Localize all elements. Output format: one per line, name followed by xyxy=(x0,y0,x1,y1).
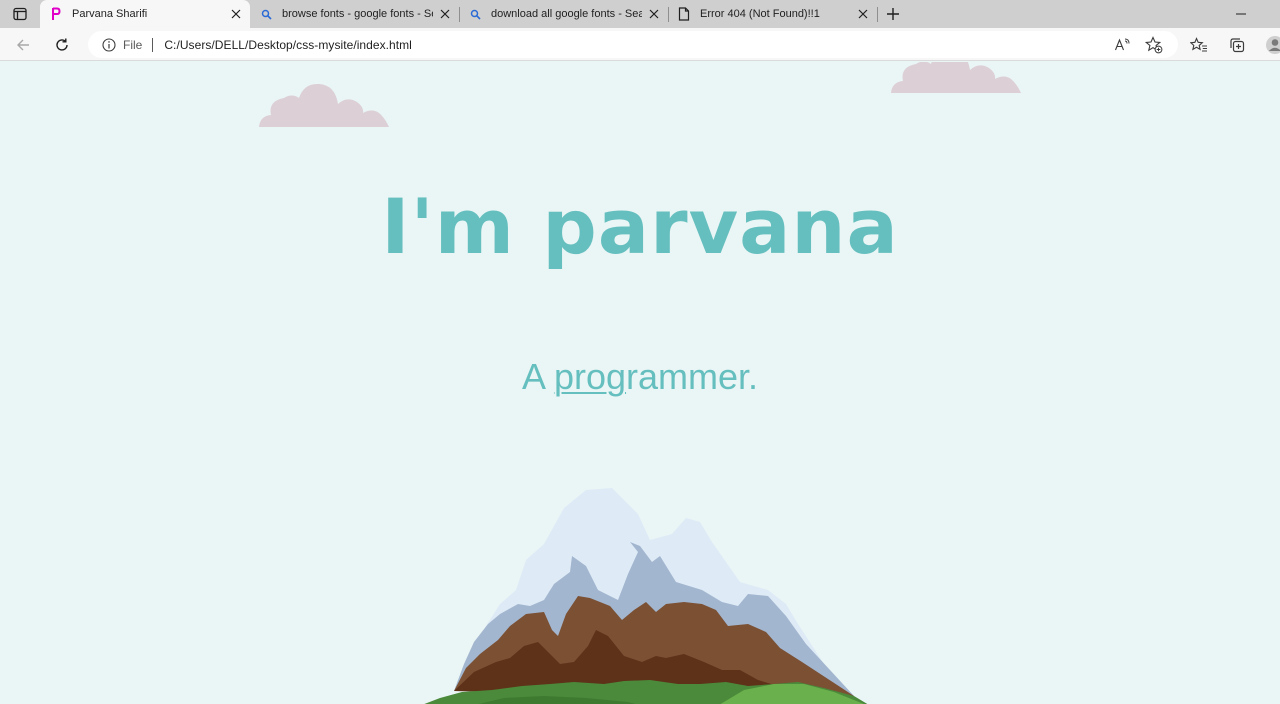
close-tab-icon[interactable] xyxy=(646,6,662,22)
add-favorite-button[interactable] xyxy=(1144,35,1164,55)
tab-browse-fonts[interactable]: browse fonts - google fonts - Search xyxy=(250,0,459,28)
refresh-button[interactable] xyxy=(49,32,75,58)
plus-icon xyxy=(887,8,899,20)
new-tab-button[interactable] xyxy=(882,4,904,24)
subheading-rest: rammer. xyxy=(626,356,759,397)
collections-icon xyxy=(1230,38,1245,53)
back-button[interactable] xyxy=(10,32,36,58)
document-icon xyxy=(676,6,692,22)
browser-toolbar: File C:/Users/DELL/Desktop/css-mysite/in… xyxy=(0,28,1280,61)
page-subheading: A programmer. xyxy=(0,356,1280,398)
close-tab-icon[interactable] xyxy=(855,6,871,22)
tab-title: Parvana Sharifi xyxy=(72,8,148,20)
search-icon xyxy=(258,6,274,22)
avatar-icon xyxy=(1266,36,1280,54)
favorites-button[interactable] xyxy=(1186,32,1212,58)
page-headline: I'm parvana xyxy=(381,182,899,271)
tab-title: download all google fonts - Search xyxy=(491,8,642,20)
minimize-window-button[interactable] xyxy=(1230,4,1252,24)
address-divider xyxy=(152,37,154,52)
tab-download-google-fonts[interactable]: download all google fonts - Search xyxy=(459,0,668,28)
read-aloud-icon xyxy=(1114,38,1130,51)
favorites-icon xyxy=(1190,37,1207,52)
tab-actions-icon xyxy=(13,7,27,21)
profile-button[interactable] xyxy=(1262,32,1280,58)
arrow-left-icon xyxy=(17,39,29,51)
collections-button[interactable] xyxy=(1224,32,1250,58)
cloud-top-right xyxy=(891,62,1021,93)
tab-parvana-sharifi[interactable]: Parvana Sharifi xyxy=(40,0,250,28)
star-add-icon xyxy=(1145,36,1163,54)
url-scheme-label: File xyxy=(123,37,143,52)
site-info-icon[interactable] xyxy=(101,37,117,53)
mountain-illustration xyxy=(424,488,868,704)
address-bar[interactable]: File C:/Users/DELL/Desktop/css-mysite/in… xyxy=(88,31,1178,58)
search-icon xyxy=(467,6,483,22)
url-text[interactable]: C:/Users/DELL/Desktop/css-mysite/index.h… xyxy=(164,38,412,52)
tab-separator xyxy=(877,7,878,22)
read-aloud-button[interactable] xyxy=(1112,35,1132,55)
tab-error-404[interactable]: Error 404 (Not Found)!!1 xyxy=(668,0,877,28)
close-tab-icon[interactable] xyxy=(437,6,453,22)
tab-strip: Parvana Sharifi browse fonts - google fo… xyxy=(0,0,1280,28)
subheading-prefix: A xyxy=(521,356,554,397)
tab-actions-button[interactable] xyxy=(8,4,32,24)
subheading-underlined-text: prog xyxy=(553,356,627,397)
minimize-icon xyxy=(1236,13,1246,15)
refresh-icon xyxy=(56,38,68,51)
cloud-top-left xyxy=(259,83,389,127)
tab-title: Error 404 (Not Found)!!1 xyxy=(700,8,820,20)
p-letter-icon xyxy=(48,6,64,22)
close-tab-icon[interactable] xyxy=(228,6,244,22)
tab-title: browse fonts - google fonts - Search xyxy=(282,8,433,20)
web-page-viewport: I'm parvana A programmer. xyxy=(0,62,1280,704)
